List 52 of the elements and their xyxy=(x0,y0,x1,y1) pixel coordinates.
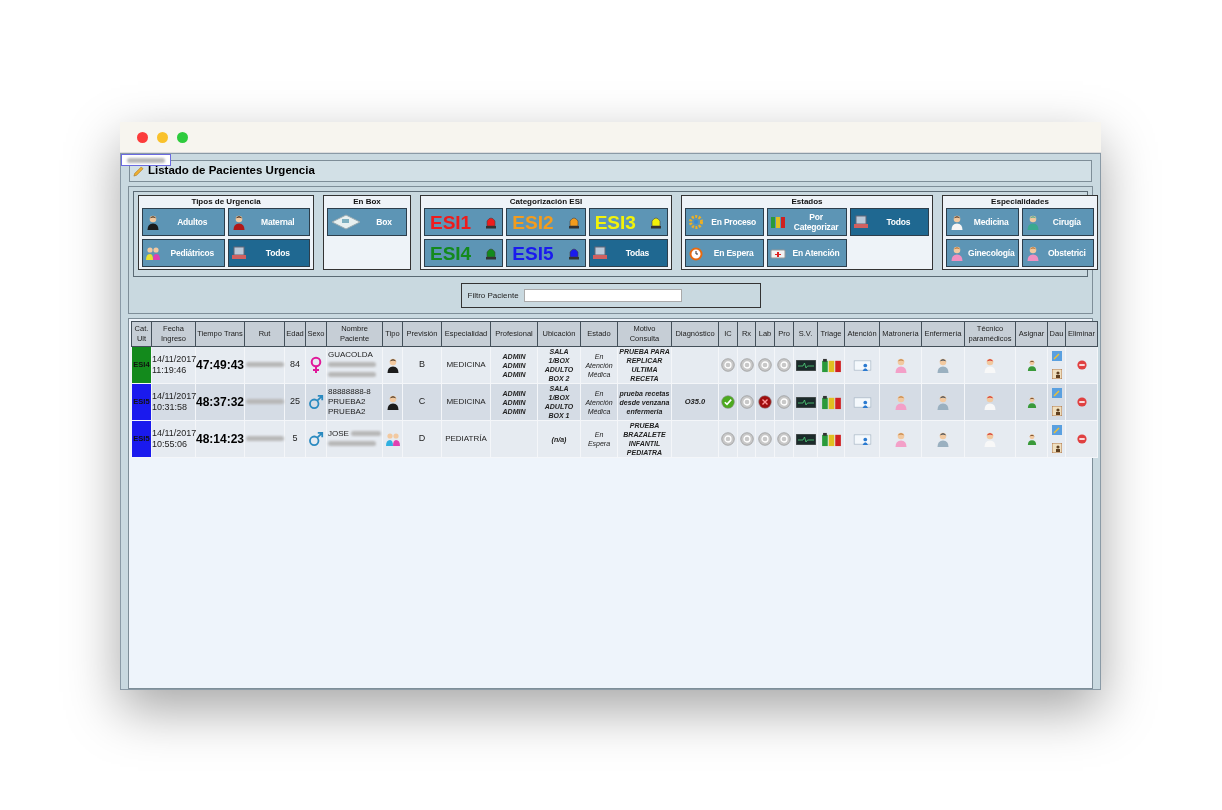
patient-name: PRUEBA2 xyxy=(328,397,366,407)
filter-label: Filtro Paciente xyxy=(467,289,519,302)
group-title: Especialidades xyxy=(990,196,1050,208)
filter-button[interactable]: Por Categorizar xyxy=(767,208,847,236)
patient-name: JOSE xyxy=(328,429,349,439)
filter-button[interactable]: Maternal xyxy=(227,208,310,236)
specialty-cell: MEDICINA xyxy=(441,346,491,384)
patient-name: PRUEBA2 xyxy=(328,407,366,417)
insurance-cell: B xyxy=(402,346,442,384)
filter-button[interactable]: Todos xyxy=(227,239,310,267)
group-title: Categorización ESI xyxy=(508,196,584,208)
age-cell: 5 xyxy=(284,420,306,458)
filter-button[interactable]: Todas xyxy=(588,239,668,267)
insurance-cell: C xyxy=(402,383,442,421)
age-cell: 25 xyxy=(284,383,306,421)
insurance-cell: D xyxy=(402,420,442,458)
specialty-cell: MEDICINA xyxy=(441,383,491,421)
admission-date: 14/11/2017 xyxy=(152,391,195,401)
filter-button[interactable]: En Atención xyxy=(767,239,847,267)
patient-name: 88888888-8 xyxy=(328,387,371,397)
patient-name: GUACOLDA xyxy=(328,350,373,360)
admission-time: 11:19:46 xyxy=(152,365,188,376)
filter-button[interactable]: Adultos xyxy=(142,208,225,236)
specialty-cell: PEDIATRÍA xyxy=(441,420,491,458)
admission-time: 10:31:58 xyxy=(152,402,189,413)
filter-button[interactable]: Medicina xyxy=(946,208,1019,236)
group-title: Estados xyxy=(790,196,824,208)
elapsed-time: 48:14:23 xyxy=(195,420,245,458)
group-title: En Box xyxy=(352,196,382,208)
filter-button[interactable]: Cirugía xyxy=(1021,208,1094,236)
category-label: ESI5 xyxy=(512,243,554,263)
category-label: ESI4 xyxy=(430,243,472,263)
group-title: Tipos de Urgencia xyxy=(190,196,262,208)
filter-button[interactable]: Pediátricos xyxy=(142,239,225,267)
filter-button[interactable]: Obstetrici xyxy=(1021,239,1094,267)
filter-button[interactable]: En Proceso xyxy=(685,208,765,236)
admission-date: 14/11/2017 xyxy=(152,428,195,438)
category-label: ESI3 xyxy=(594,212,636,232)
elapsed-time: 48:37:32 xyxy=(195,383,245,421)
category-button[interactable]: ESI5 xyxy=(506,239,586,267)
category-label: ESI2 xyxy=(512,212,554,232)
filter-button[interactable]: Box xyxy=(327,208,407,236)
elapsed-time: 47:49:43 xyxy=(195,346,245,384)
admission-date: 14/11/2017 xyxy=(152,354,195,364)
filter-button[interactable]: Ginecología xyxy=(946,239,1019,267)
category-button[interactable]: ESI3 xyxy=(588,208,668,236)
filter-button[interactable]: En Espera xyxy=(685,239,765,267)
category-label: ESI1 xyxy=(430,212,472,232)
filter-button[interactable]: Todos xyxy=(849,208,929,236)
age-cell: 84 xyxy=(284,346,306,384)
admission-time: 10:55:06 xyxy=(152,439,189,450)
page-title: Listado de Pacientes Urgencia xyxy=(148,163,315,179)
